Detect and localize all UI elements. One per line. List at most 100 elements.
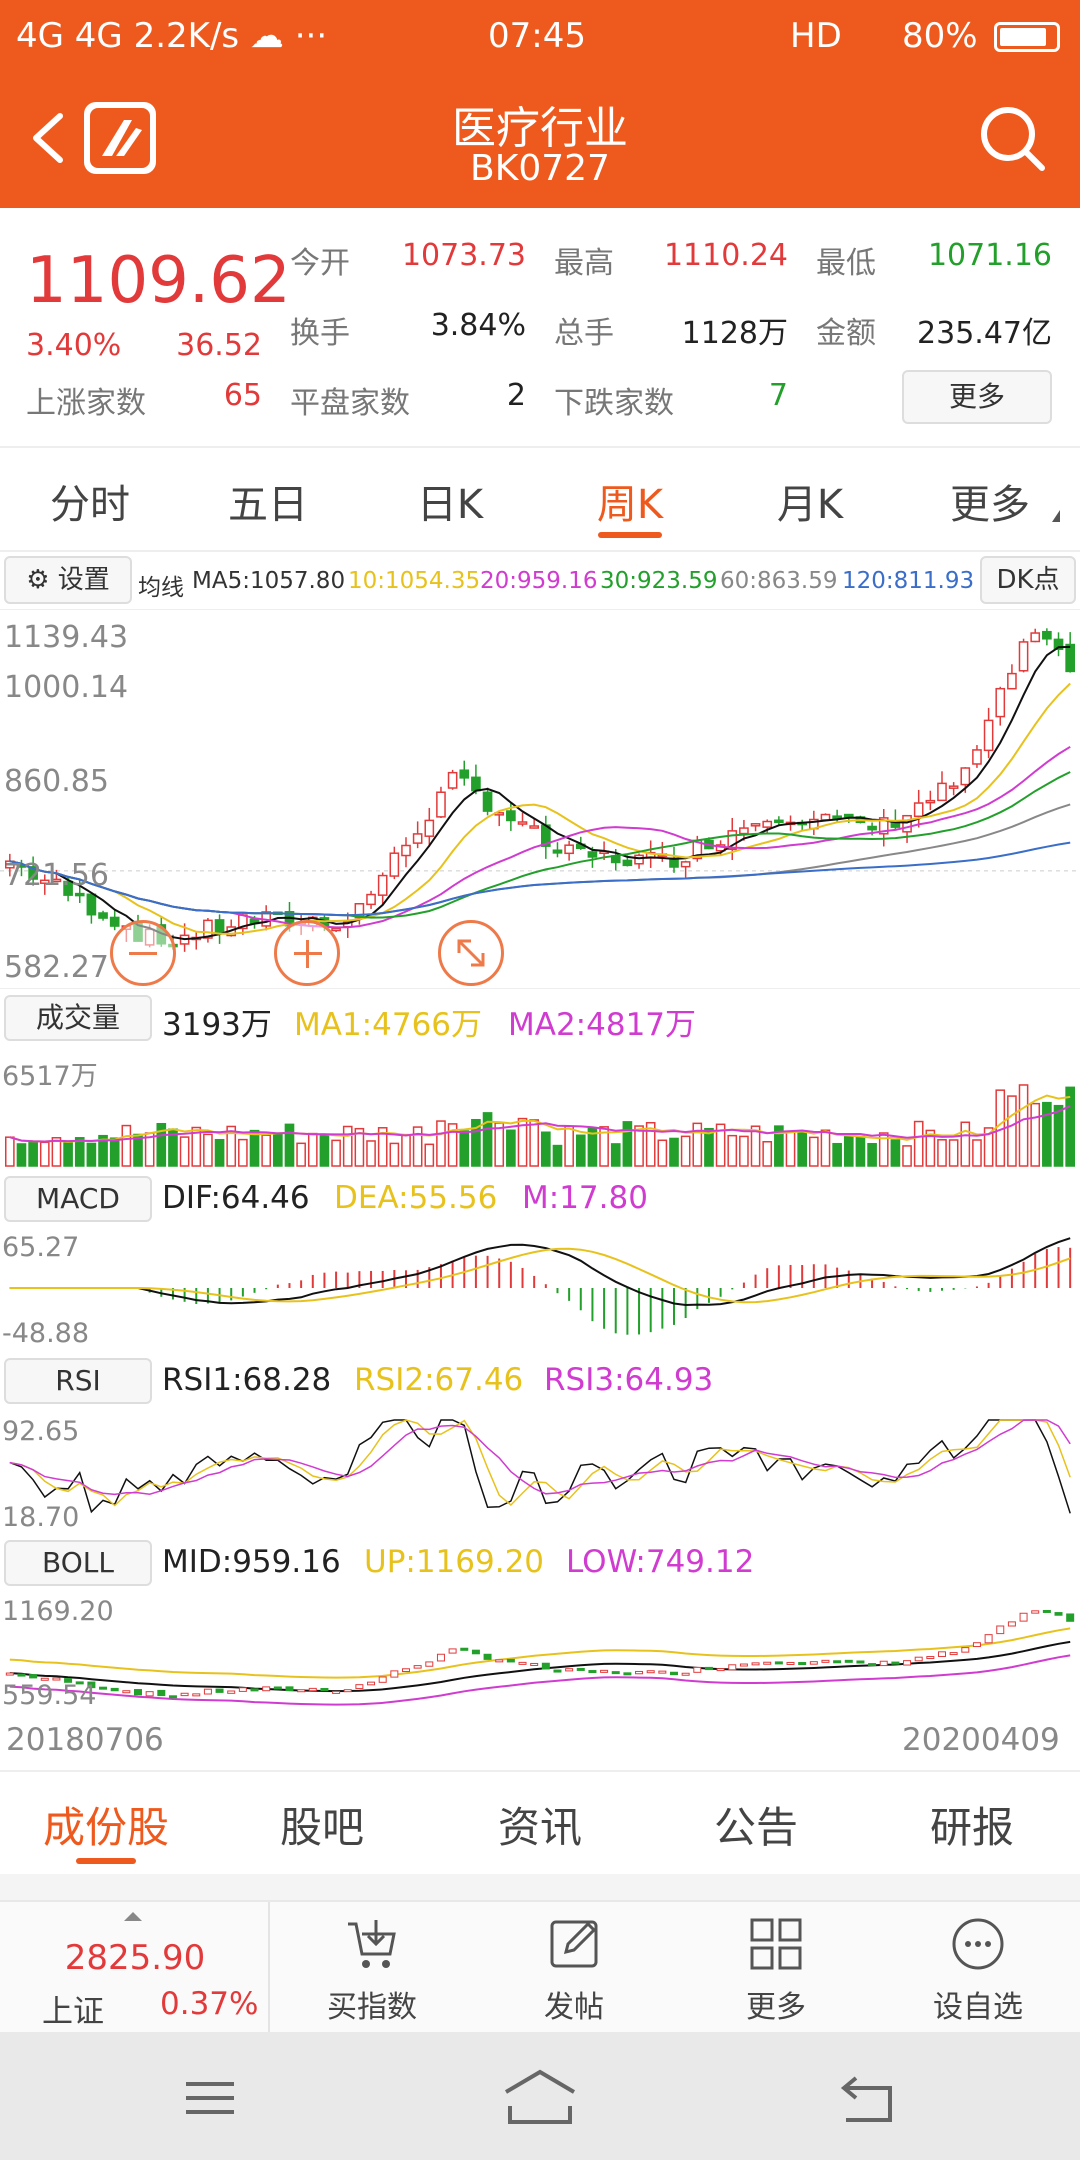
candle-body: [960, 767, 971, 786]
volume-bar: [1065, 1086, 1076, 1167]
boll-candle: [984, 1634, 993, 1644]
back-nav-icon[interactable]: [836, 2068, 900, 2128]
boll-candle: [192, 1693, 201, 1697]
ma5-line: [9, 645, 1071, 941]
boll-candle: [332, 1690, 341, 1694]
volume-bar: [902, 1145, 912, 1167]
fullscreen-button[interactable]: [438, 920, 504, 986]
sector-code: BK0727: [470, 148, 610, 189]
boll-candle: [798, 1662, 807, 1666]
tab-daily-k[interactable]: 日K: [380, 472, 520, 530]
volume-bar: [366, 1140, 376, 1167]
volume-bar: [529, 1119, 540, 1167]
boll-candle: [879, 1660, 888, 1667]
zoom-in-button[interactable]: [274, 920, 340, 986]
boll-candle: [17, 1673, 26, 1677]
candle-body: [1030, 632, 1041, 643]
candle-body: [622, 859, 633, 867]
kline-axis-label: 582.27: [4, 950, 109, 985]
volume-bar: [680, 1135, 691, 1167]
boll-candle: [99, 1686, 108, 1690]
boll-candle: [378, 1676, 387, 1683]
candle-body: [843, 813, 854, 818]
zoom-out-button[interactable]: [110, 920, 176, 986]
candle-body: [564, 844, 574, 855]
macd-svg: [9, 1237, 1072, 1335]
tab-monthly-k[interactable]: 月K: [740, 472, 880, 530]
tab-forum[interactable]: 股吧: [222, 1794, 422, 1855]
tab-five-day[interactable]: 五日: [198, 472, 338, 530]
candle-body: [331, 927, 341, 932]
volume-bar: [610, 1143, 621, 1167]
menu-icon[interactable]: [180, 2068, 240, 2128]
candle-body: [750, 823, 761, 827]
tab-news[interactable]: 资讯: [440, 1794, 640, 1855]
system-nav-bar: [0, 2032, 1080, 2160]
date-range-end: 20200409: [902, 1722, 1060, 1758]
boll-panel-header: BOLL MID:959.16 UP:1169.20 LOW:749.12: [0, 1534, 1080, 1590]
rsi-label-button[interactable]: RSI: [4, 1358, 152, 1404]
boll-candle: [1007, 1621, 1016, 1627]
status-bar: 4G 4G 2.2K/s ☁ ··· 07:45 HD 80%: [0, 0, 1080, 72]
active-tab-indicator: [598, 532, 662, 538]
volume-bar: [948, 1139, 959, 1167]
boll-axis-min: 559.54: [2, 1680, 97, 1711]
volume-bar: [820, 1129, 831, 1167]
candle-body: [401, 844, 411, 857]
kline-axis-label: 1000.14: [4, 670, 129, 705]
volume-bar: [972, 1139, 982, 1167]
tab-weekly-k[interactable]: 周K: [560, 472, 700, 530]
tab-intraday[interactable]: 分时: [20, 472, 160, 530]
buy-index-button[interactable]: 买指数: [272, 1914, 472, 2026]
volume-bar: [1030, 1102, 1041, 1167]
boll-candle: [588, 1670, 597, 1674]
page-title: 医疗行业: [452, 103, 628, 154]
boll-candle: [972, 1642, 981, 1648]
more-tools-button[interactable]: 更多: [676, 1914, 876, 2026]
boll-candle: [786, 1661, 795, 1665]
up-count-label: 上涨家数: [26, 386, 146, 421]
boll-candle: [576, 1667, 585, 1671]
tab-research[interactable]: 研报: [872, 1794, 1072, 1855]
volume-bar: [214, 1138, 225, 1167]
volume-svg: [4, 1084, 1076, 1167]
candle-body: [948, 785, 959, 789]
boll-candle: [460, 1647, 469, 1651]
index-ticker[interactable]: 2825.90 上证 0.37%: [0, 1902, 270, 2034]
volume-bar: [785, 1130, 796, 1167]
dif-line: [9, 1237, 1071, 1307]
add-watchlist-button[interactable]: 设自选: [878, 1914, 1078, 2026]
expand-icon: [457, 939, 485, 967]
post-button[interactable]: 发帖: [474, 1914, 674, 2026]
index-percent: 0.37%: [160, 1986, 259, 2022]
search-icon[interactable]: [976, 102, 1048, 174]
boll-candle: [926, 1656, 935, 1660]
macd-m: M:17.80: [522, 1180, 648, 1216]
kline-chart[interactable]: 1139.43 1000.14 860.85 721.56 582.27: [0, 610, 1080, 988]
boll-candle: [996, 1625, 1005, 1635]
more-quote-button[interactable]: 更多: [902, 370, 1052, 424]
boll-axis-max: 1169.20: [2, 1596, 114, 1627]
up-count-value: 65: [223, 378, 262, 413]
boll-candle: [180, 1692, 189, 1697]
macd-label-button[interactable]: MACD: [4, 1176, 152, 1222]
tab-constituents[interactable]: 成份股: [6, 1794, 206, 1855]
boll-candle: [285, 1686, 294, 1692]
gear-icon: ⚙: [26, 565, 50, 595]
candle-body: [913, 802, 924, 818]
more-tools-label: 更多: [746, 1990, 806, 2025]
volume-bar: [51, 1137, 62, 1167]
tab-announcements[interactable]: 公告: [656, 1794, 856, 1855]
dk-point-button[interactable]: DK点: [980, 556, 1076, 604]
boll-candle: [530, 1662, 539, 1666]
candle-body: [366, 893, 376, 906]
add-watchlist-label: 设自选: [933, 1990, 1023, 2025]
settings-button[interactable]: ⚙ 设置: [4, 556, 132, 604]
volume-label-button[interactable]: 成交量: [4, 995, 152, 1041]
home-icon[interactable]: [500, 2066, 580, 2130]
boll-label-button[interactable]: BOLL: [4, 1540, 152, 1586]
candle-body: [762, 820, 773, 828]
candle-body: [424, 819, 435, 837]
volume-bar: [843, 1134, 854, 1167]
tab-more-periods[interactable]: 更多: [920, 472, 1060, 530]
